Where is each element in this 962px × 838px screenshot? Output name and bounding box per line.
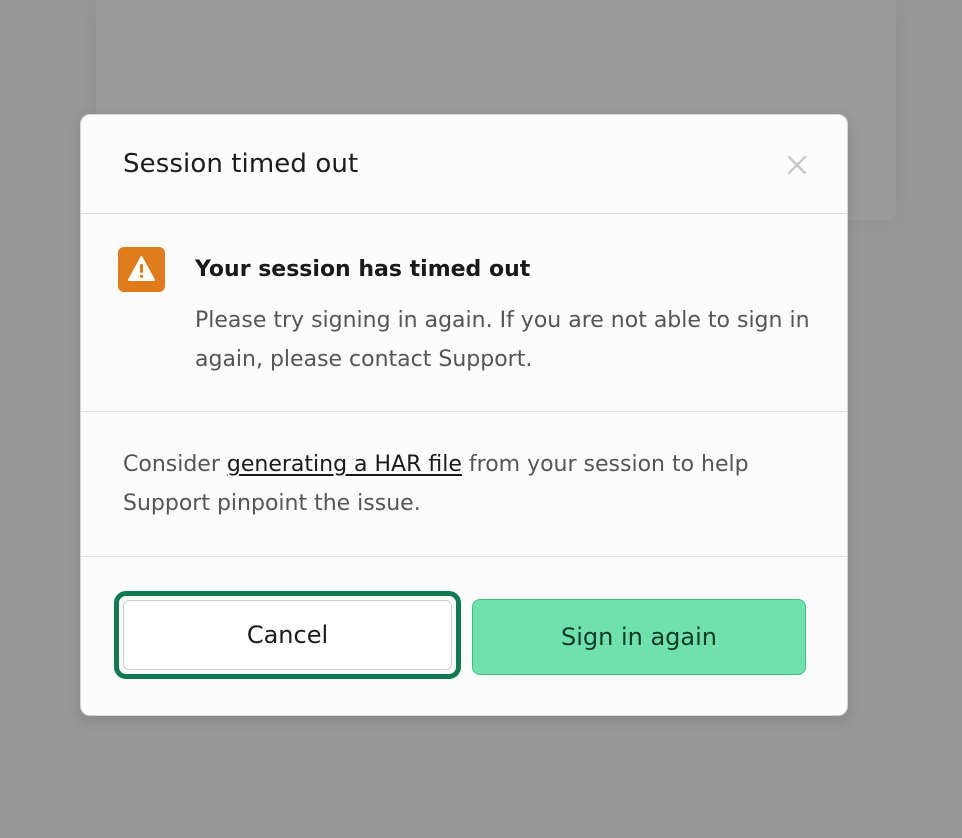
har-prefix: Consider	[123, 452, 227, 477]
sign-in-again-button[interactable]: Sign in again	[472, 599, 806, 675]
close-button[interactable]	[781, 149, 813, 181]
alert-heading: Your session has timed out	[195, 257, 531, 282]
dialog-header: Session timed out	[81, 115, 847, 214]
alert-section: Your session has timed out Please try si…	[81, 214, 847, 412]
har-file-link[interactable]: generating a HAR file	[227, 452, 462, 477]
dialog-title: Session timed out	[123, 149, 359, 179]
close-icon	[787, 155, 807, 175]
cancel-button-label: Cancel	[123, 600, 452, 670]
har-section: Consider generating a HAR file from your…	[81, 412, 847, 557]
har-message: Consider generating a HAR file from your…	[123, 445, 803, 523]
session-timeout-dialog: Session timed out Your session has timed…	[80, 114, 848, 716]
alert-message: Please try signing in again. If you are …	[195, 308, 810, 372]
warning-icon	[118, 247, 165, 292]
cancel-button[interactable]: Cancel	[114, 591, 461, 679]
